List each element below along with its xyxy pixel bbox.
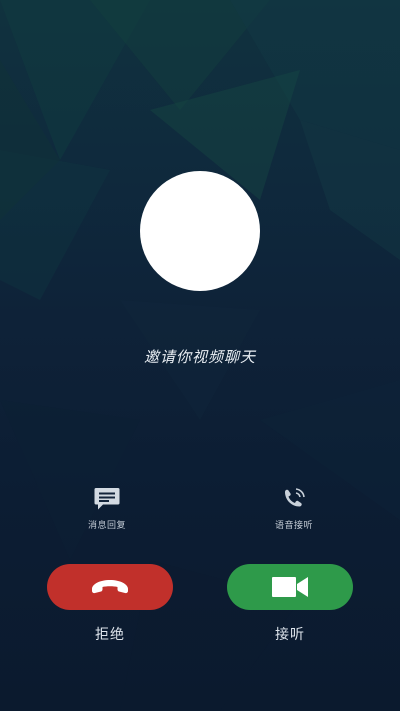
message-reply-button[interactable]: 消息回复 xyxy=(67,486,147,531)
phone-ringing-icon xyxy=(280,486,308,512)
invite-text: 邀请你视频聊天 xyxy=(143,348,256,366)
decline-label: 拒绝 xyxy=(95,627,125,643)
accept-label: 接听 xyxy=(275,627,305,643)
decline-button[interactable] xyxy=(47,564,173,610)
caller-avatar xyxy=(140,171,260,291)
message-icon xyxy=(93,486,121,512)
phone-hangup-icon xyxy=(90,577,130,597)
voice-answer-button[interactable]: 语音接听 xyxy=(254,486,334,531)
voice-answer-label: 语音接听 xyxy=(274,521,313,531)
message-reply-label: 消息回复 xyxy=(87,521,126,531)
video-camera-icon xyxy=(270,575,310,599)
accept-button[interactable] xyxy=(227,564,353,610)
